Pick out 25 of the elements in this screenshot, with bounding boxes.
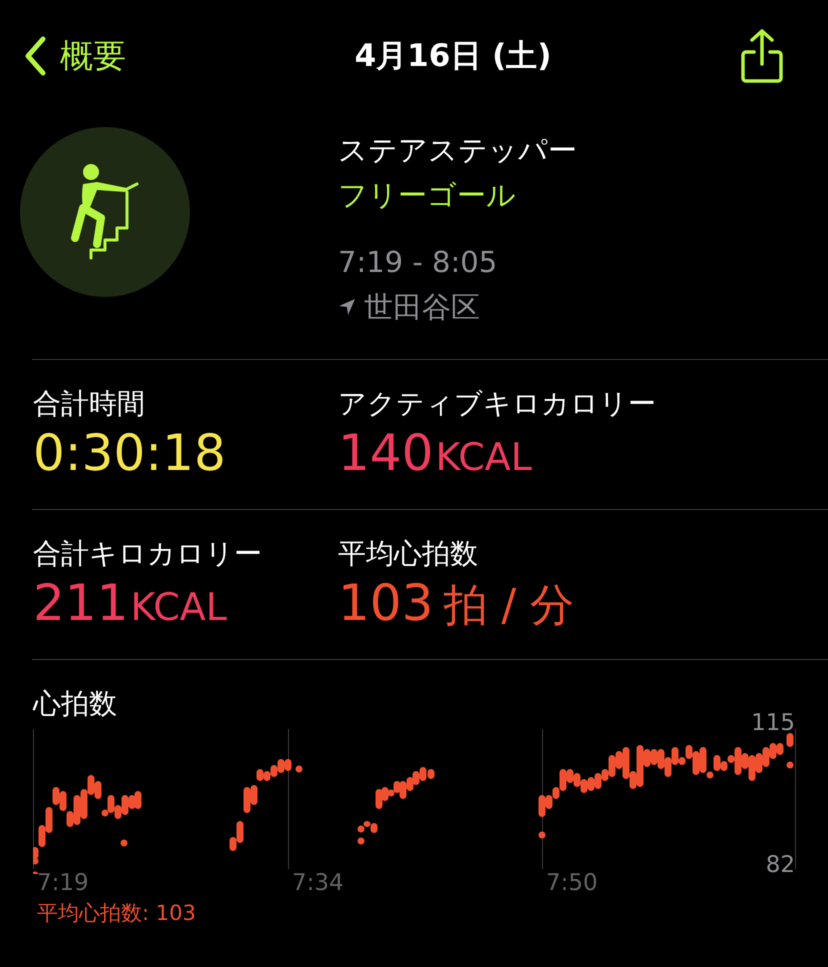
stat-value: 140 KCAL [338,423,533,484]
x-axis-label: 7:19 [37,870,89,896]
stat-value: 0:30:18 [33,423,227,484]
chart-title: 心拍数 [33,686,117,722]
page-title: 4月16日 (土) [354,37,552,76]
share-button[interactable] [740,28,784,84]
y-axis-max: 115 [751,710,795,736]
stat-label: 合計キロカロリー [33,536,263,572]
x-axis-label: 7:50 [546,870,598,896]
workout-goal: フリーゴール [338,177,517,214]
average-heart-rate: 平均心拍数: 103 [36,900,197,927]
stat-value: 211 KCAL [33,573,228,634]
back-link[interactable]: 概要 [24,34,126,78]
stat-label: アクティブキロカロリー [338,386,657,422]
stat-value: 103 拍 / 分 [338,573,576,634]
y-axis-min: 82 [766,852,795,878]
workout-name: ステアステッパー [338,132,577,169]
x-axis-label: 7:34 [292,870,344,896]
time-range: 7:19 - 8:05 [338,244,498,281]
share-icon [740,28,784,84]
chevron-left-icon [24,36,46,76]
location-text: 世田谷区 [364,289,480,326]
stat-label: 合計時間 [33,386,146,422]
stat-label: 平均心拍数 [338,536,479,572]
location-arrow-icon [338,298,356,316]
